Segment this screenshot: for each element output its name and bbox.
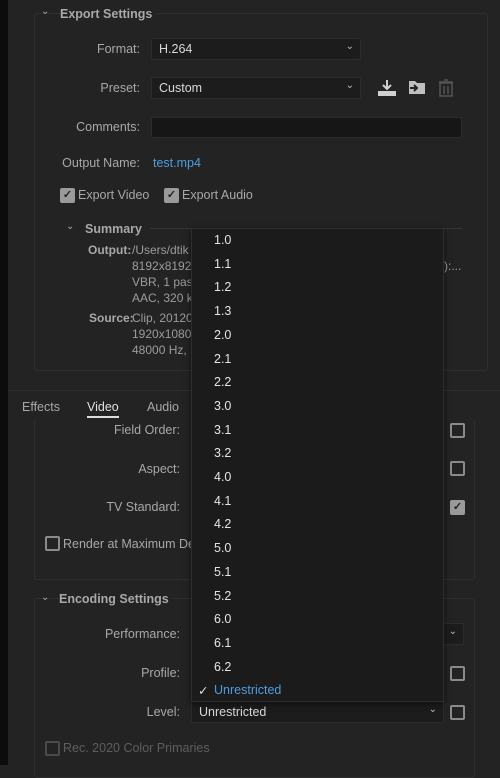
level-option[interactable]: 5.1: [214, 565, 231, 579]
summary-line: /Users/dtik: [132, 243, 189, 257]
summary-line: 8192x8192: [132, 259, 192, 273]
summary-line: 1920x1080: [132, 327, 192, 341]
level-option[interactable]: 4.1: [214, 494, 231, 508]
preset-value: Custom: [159, 81, 203, 95]
level-option[interactable]: 6.1: [214, 636, 231, 650]
rec2020-checkbox[interactable]: [45, 741, 60, 756]
summary-line: 48000 Hz, S: [132, 343, 199, 357]
source-label: Source:: [89, 311, 134, 325]
format-value: H.264: [159, 42, 193, 56]
level-option[interactable]: 3.1: [214, 423, 231, 437]
preset-label: Preset:: [100, 81, 140, 95]
performance-label: Performance:: [104, 627, 180, 641]
level-option[interactable]: 5.2: [214, 589, 231, 603]
summary-title: Summary: [85, 222, 142, 236]
comments-label: Comments:: [76, 120, 140, 134]
profile-label: Profile:: [141, 666, 180, 680]
chevron-down-icon[interactable]: ⌄: [41, 6, 49, 17]
level-label: Level:: [146, 705, 180, 719]
export-video-checkbox[interactable]: ✓: [60, 188, 75, 203]
output-label: Output:: [88, 243, 132, 257]
level-dropdown-menu: 1.0 1.1 1.2 1.3 2.0 2.1 2.2 3.0 3.1 3.2 4.0 4.1 4.2 5…: [191, 228, 444, 702]
export-audio-label: Export Audio: [182, 188, 253, 202]
source-summary: Clip, 20120 1920x1080 48000 Hz, S: [132, 310, 198, 358]
chevron-down-icon: ⌄: [345, 41, 354, 52]
output-name-label: Output Name:: [62, 156, 140, 170]
field-order-label: Field Order:: [114, 423, 180, 437]
left-edge: [0, 0, 8, 765]
tv-standard-checkbox[interactable]: ✓: [450, 500, 465, 515]
comments-input[interactable]: [151, 117, 462, 138]
aspect-checkbox[interactable]: [450, 461, 465, 476]
level-option[interactable]: Unrestricted: [214, 683, 281, 697]
chevron-down-icon: ⌄: [448, 626, 457, 637]
aspect-label: Aspect:: [138, 462, 180, 476]
save-preset-icon[interactable]: [377, 79, 397, 97]
summary-line: AAC, 320 k: [132, 291, 193, 305]
level-option[interactable]: 2.0: [214, 328, 231, 342]
summary-line: VBR, 1 pass: [132, 275, 199, 289]
level-option[interactable]: 1.0: [214, 233, 231, 247]
format-label: Format:: [96, 42, 140, 56]
import-preset-icon[interactable]: [407, 79, 427, 97]
chevron-down-icon: ⌄: [428, 704, 437, 715]
level-value: Unrestricted: [199, 705, 267, 719]
level-option[interactable]: 1.1: [214, 257, 231, 271]
level-option[interactable]: 1.2: [214, 280, 231, 294]
section-title: Export Settings: [60, 7, 157, 21]
tab-audio[interactable]: Audio: [147, 400, 179, 414]
delete-preset-icon[interactable]: [438, 79, 454, 97]
level-option[interactable]: 3.2: [214, 446, 231, 460]
field-order-checkbox[interactable]: [450, 423, 465, 438]
level-option[interactable]: 6.2: [214, 660, 231, 674]
export-video-label: Export Video: [78, 188, 150, 202]
tv-standard-label: TV Standard:: [106, 500, 180, 514]
output-summary: /Users/dtik 8192x8192 VBR, 1 pass AAC, 3…: [132, 242, 199, 306]
rec2020-label: Rec. 2020 Color Primaries: [63, 741, 210, 755]
tab-effects[interactable]: Effects: [22, 400, 60, 414]
summary-truncated: ):...: [444, 259, 462, 273]
level-option[interactable]: 1.3: [214, 304, 231, 318]
format-select[interactable]: H.264 ⌄: [151, 38, 361, 60]
chevron-down-icon[interactable]: ⌄: [66, 221, 74, 232]
output-name-link[interactable]: test.mp4: [153, 156, 201, 170]
level-option[interactable]: 3.0: [214, 399, 231, 413]
chevron-down-icon: ⌄: [345, 80, 354, 91]
checkmark-icon: ✓: [198, 684, 209, 699]
level-option[interactable]: 2.2: [214, 375, 231, 389]
export-audio-checkbox[interactable]: ✓: [164, 188, 179, 203]
summary-line: Clip, 20120: [132, 311, 193, 325]
level-select[interactable]: Unrestricted ⌄: [191, 701, 444, 723]
level-option[interactable]: 6.0: [214, 612, 231, 626]
level-checkbox[interactable]: [450, 705, 465, 720]
preset-select[interactable]: Custom ⌄: [151, 77, 361, 99]
level-option[interactable]: 5.0: [214, 541, 231, 555]
render-max-depth-label: Render at Maximum Dep: [63, 537, 202, 551]
chevron-down-icon[interactable]: ⌄: [41, 592, 49, 603]
encoding-title: Encoding Settings: [59, 592, 173, 606]
level-option[interactable]: 4.2: [214, 517, 231, 531]
profile-checkbox[interactable]: [450, 666, 465, 681]
render-max-depth-checkbox[interactable]: [45, 536, 60, 551]
level-option[interactable]: 4.0: [214, 470, 231, 484]
level-option[interactable]: 2.1: [214, 352, 231, 366]
tab-video[interactable]: Video: [87, 400, 119, 418]
